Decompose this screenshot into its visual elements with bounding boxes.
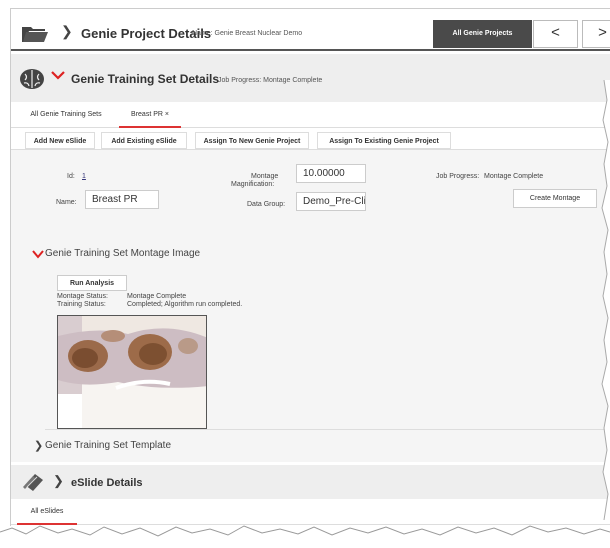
montage-thumbnail[interactable] [57,315,207,429]
job-progress-label: Job Progress: [436,173,480,180]
montage-status-value: Montage Complete [127,293,187,300]
magnification-label-1: Montage [251,173,279,180]
training-set-title: Genie Training Set Details [71,72,220,86]
torn-right-edge-decoration [601,80,610,520]
chevron-down-icon[interactable] [51,70,65,82]
id-label: Id: [67,173,75,180]
magnification-label-2: Magnification: [231,181,275,188]
template-title: Genie Training Set Template [45,440,172,451]
data-group-label: Data Group: [247,201,286,208]
add-existing-eslide-button[interactable]: Add Existing eSlide [101,132,187,149]
chevron-down-icon[interactable] [32,250,44,261]
training-set-job-progress: Job Progress: Montage Complete [218,77,323,84]
training-status-label: Training Status: [57,301,106,308]
data-group-field[interactable]: Demo_Pre-Clini [296,192,366,211]
montage-status-label: Montage Status: [57,293,108,300]
create-montage-button[interactable]: Create Montage [513,189,597,208]
project-name-text: Name: Genie Breast Nuclear Demo [192,30,303,37]
chevron-right-icon: ❯ [61,23,73,39]
folder-icon [21,25,49,45]
assign-existing-project-button[interactable]: Assign To Existing Genie Project [317,132,451,149]
eslide-section-bar: ❯ eSlide Details [11,465,610,499]
chevron-right-icon[interactable]: ❯ [34,439,43,452]
name-label: Name: [56,199,77,206]
next-button[interactable]: > [582,20,610,48]
torn-edge-decoration [0,525,610,548]
magnification-field[interactable]: 10.00000 [296,164,366,183]
tab-all-genie-training-sets[interactable]: All Genie Training Sets [21,102,111,128]
tab-breast-pr[interactable]: Breast PR × [119,102,181,128]
montage-image-title: Genie Training Set Montage Image [45,248,201,259]
section-divider [45,429,605,430]
name-field[interactable]: Breast PR [85,190,159,209]
project-header: ❯ Genie Project Details Name: Genie Brea… [11,9,610,51]
page-container: ❯ Genie Project Details Name: Genie Brea… [10,8,610,526]
chevron-right-icon[interactable]: ❯ [53,473,64,489]
training-status-value: Completed; Algorithm run completed. [127,301,243,308]
prev-button[interactable]: < [533,20,578,48]
brain-icon [19,68,45,92]
run-analysis-button[interactable]: Run Analysis [57,275,127,291]
all-genie-projects-button[interactable]: All Genie Projects [433,20,532,48]
add-new-eslide-button[interactable]: Add New eSlide [25,132,95,149]
assign-new-project-button[interactable]: Assign To New Genie Project [195,132,309,149]
eslide-icon [21,471,45,495]
training-set-section-bar: Genie Training Set Details Job Progress:… [11,54,610,102]
eslide-title: eSlide Details [71,477,143,489]
training-set-tabs: All Genie Training Sets Breast PR × [11,102,610,128]
training-set-toolbar: Add New eSlide Add Existing eSlide Assig… [11,128,610,150]
id-link[interactable]: 1 [82,173,86,180]
job-progress-value: Montage Complete [484,173,544,180]
